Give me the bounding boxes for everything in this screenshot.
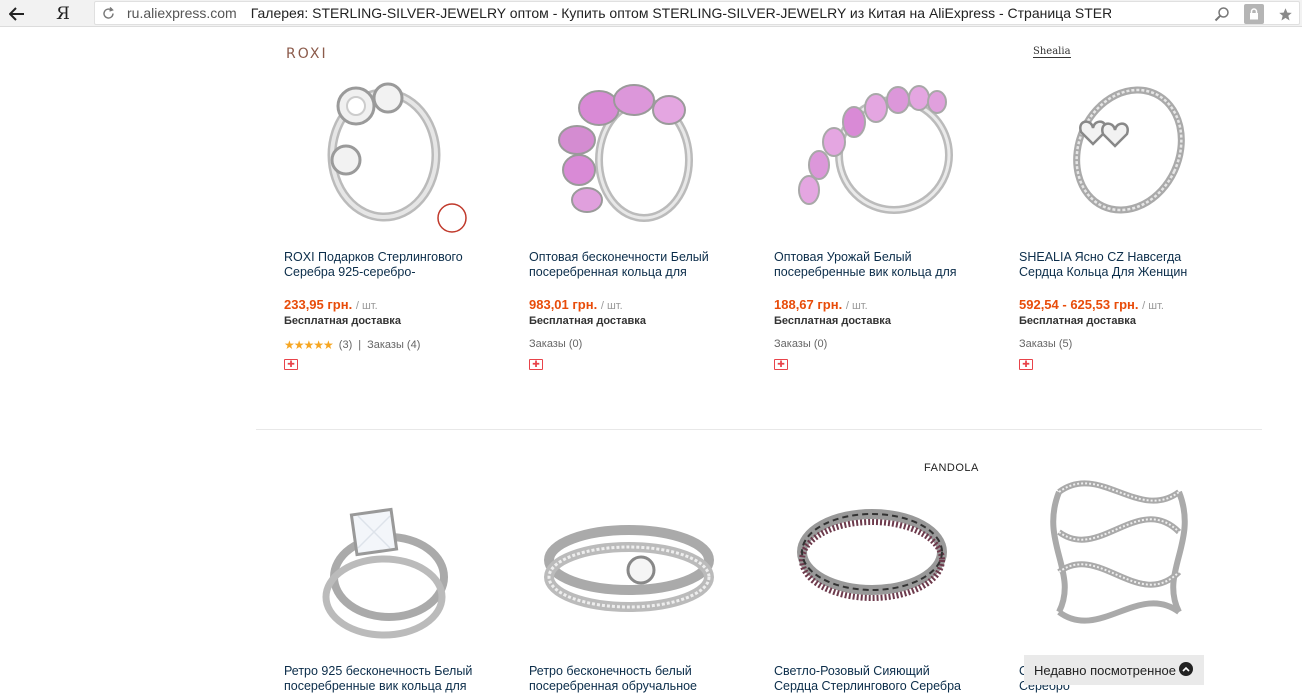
product-grid-row-1: ROXI ROXI Подарков Стерлингового Серебра…: [284, 28, 1264, 370]
price-unit: / шт.: [355, 300, 378, 312]
product-image[interactable]: [529, 482, 729, 682]
search-icon[interactable]: [1214, 6, 1230, 22]
price-unit: / шт.: [1142, 300, 1164, 312]
free-shipping-label: Бесплатная доставка: [1019, 315, 1136, 327]
product-card[interactable]: Ретро бесконечность белый посеребренная …: [529, 452, 774, 694]
product-card[interactable]: ROXI ROXI Подарков Стерлингового Серебра…: [284, 28, 529, 370]
meta-separator: |: [358, 339, 362, 351]
price-unit: / шт.: [600, 300, 623, 312]
product-image[interactable]: [774, 482, 974, 682]
gift-icon[interactable]: ✚: [529, 359, 543, 370]
reload-button[interactable]: [95, 6, 121, 20]
recently-viewed-button[interactable]: Недавно посмотренное: [1024, 655, 1204, 685]
orders-count: Заказы (4): [367, 339, 421, 351]
row-divider: [256, 429, 1262, 430]
product-price: 188,67 грн.: [774, 297, 843, 312]
browser-toolbar: Я ru.aliexpress.com Галерея: STERLING-SI…: [0, 0, 1302, 27]
recently-viewed-label: Недавно посмотренное: [1034, 662, 1176, 678]
product-price: 983,01 грн.: [529, 297, 598, 312]
product-image[interactable]: [1019, 452, 1219, 652]
product-meta: ★★★★★ (3) | Заказы (4): [284, 338, 420, 352]
product-card[interactable]: Ретро 925 бесконечность Белый посеребрен…: [284, 452, 529, 694]
url-domain[interactable]: ru.aliexpress.com: [127, 5, 237, 21]
lock-icon: [1250, 8, 1258, 20]
price-line: 188,67 грн. / шт.: [774, 297, 868, 312]
product-image[interactable]: [284, 40, 484, 240]
product-title[interactable]: Оптовая бесконечности Белый посеребренна…: [529, 250, 729, 280]
orders-count: Заказы (0): [529, 338, 583, 350]
product-title[interactable]: Оптовая Урожай Белый посеребренные вик к…: [774, 250, 974, 280]
rating-count[interactable]: (3): [339, 339, 352, 351]
product-card[interactable]: Оптовая Урожай Белый посеребренные вик к…: [774, 28, 1019, 370]
product-image[interactable]: [529, 40, 729, 240]
security-button[interactable]: [1244, 4, 1264, 24]
product-title[interactable]: Светло-Розовый Сияющий Сердца Стерлингов…: [774, 664, 974, 694]
free-shipping-label: Бесплатная доставка: [529, 315, 646, 327]
product-title[interactable]: Ретро бесконечность белый посеребренная …: [529, 664, 729, 694]
product-title[interactable]: SHEALIA Ясно CZ Навсегда Сердца Кольца Д…: [1019, 250, 1219, 280]
gift-icon[interactable]: ✚: [284, 359, 298, 370]
product-card[interactable]: Shealia SHEALIA Ясно CZ Навсегда Сердца …: [1019, 28, 1264, 370]
product-title[interactable]: Ретро 925 бесконечность Белый посеребрен…: [284, 664, 484, 694]
product-title[interactable]: ROXI Подарков Стерлингового Серебра 925-…: [284, 250, 484, 280]
reload-icon: [102, 6, 114, 19]
page-title: Галерея: STERLING-SILVER-JEWELRY оптом -…: [250, 5, 1111, 21]
gift-icon[interactable]: ✚: [774, 359, 788, 370]
rating-stars-icon: ★★★★★: [284, 338, 334, 352]
back-button[interactable]: [0, 0, 34, 27]
product-image[interactable]: [1019, 40, 1219, 240]
orders-count: Заказы (5): [1019, 338, 1073, 350]
browser-logo[interactable]: Я: [46, 0, 80, 27]
product-price: 592,54 - 625,53 грн.: [1019, 297, 1139, 312]
product-meta: Заказы (5): [1019, 338, 1072, 350]
product-card[interactable]: Оптовая бесконечности Белый посеребренна…: [529, 28, 774, 370]
product-meta: Заказы (0): [529, 338, 582, 350]
price-line: 233,95 грн. / шт.: [284, 297, 378, 312]
price-unit: / шт.: [845, 300, 868, 312]
brand-logo: FANDOLA: [924, 462, 979, 474]
product-image[interactable]: [284, 482, 484, 682]
product-price: 233,95 грн.: [284, 297, 353, 312]
address-bar[interactable]: ru.aliexpress.com Галерея: STERLING-SILV…: [94, 1, 1300, 25]
orders-count: Заказы (0): [774, 338, 828, 350]
product-meta: Заказы (0): [774, 338, 827, 350]
product-card[interactable]: FANDOLA Светло-Розовый Сияющий Сердца Ст…: [774, 452, 1019, 694]
price-line: 592,54 - 625,53 грн. / шт.: [1019, 297, 1164, 312]
free-shipping-label: Бесплатная доставка: [284, 315, 401, 327]
chevron-up-icon: [1179, 662, 1193, 676]
free-shipping-label: Бесплатная доставка: [774, 315, 891, 327]
bookmark-star-icon[interactable]: [1278, 7, 1293, 22]
arrow-left-icon: [9, 6, 24, 21]
gift-icon[interactable]: ✚: [1019, 359, 1033, 370]
product-image[interactable]: [774, 40, 974, 240]
price-line: 983,01 грн. / шт.: [529, 297, 623, 312]
